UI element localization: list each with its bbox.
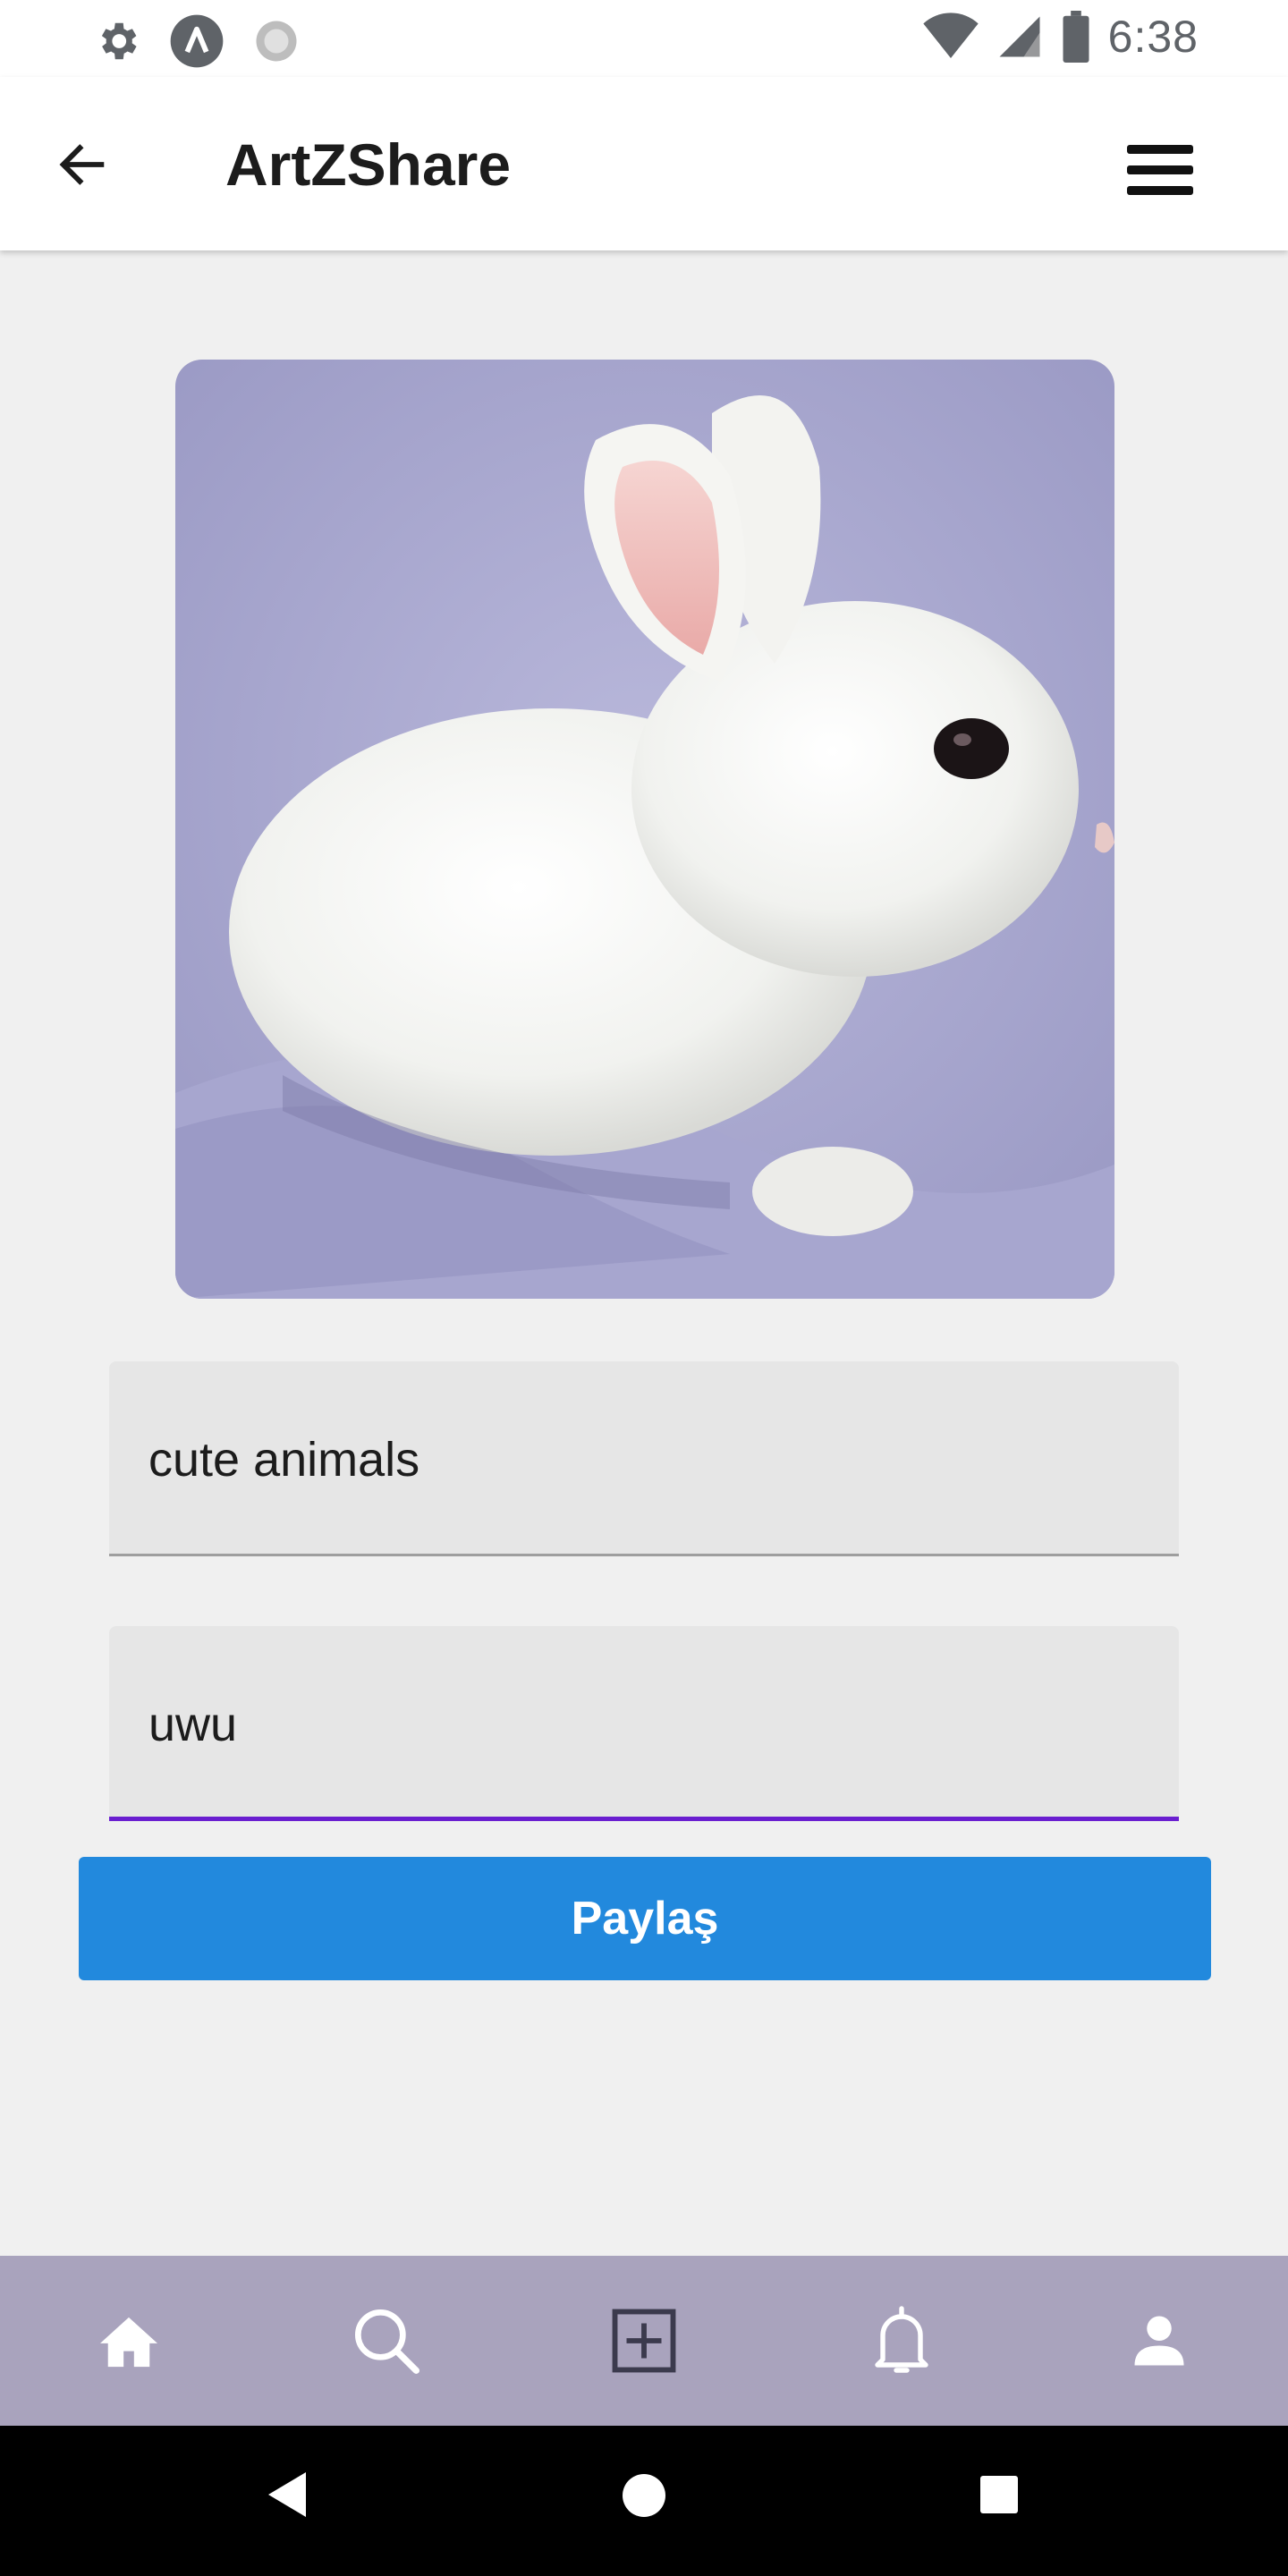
title-input[interactable]: cute animals <box>109 1361 1179 1556</box>
battery-icon <box>1063 11 1089 63</box>
nav-add[interactable] <box>515 2256 773 2426</box>
system-nav-bar <box>0 2426 1288 2576</box>
triangle-back-icon <box>268 2472 306 2517</box>
description-input-value: uwu <box>148 1698 238 1751</box>
app-a-icon <box>170 14 224 68</box>
add-square-icon <box>612 2309 676 2373</box>
status-bar: 6:38 <box>0 0 1288 77</box>
status-right-icons: 6:38 <box>922 11 1199 63</box>
wifi-icon <box>923 13 979 58</box>
post-image <box>175 360 1114 1299</box>
title-input-value: cute animals <box>148 1433 420 1487</box>
nav-home[interactable] <box>0 2256 258 2426</box>
arrow-left-icon <box>59 144 105 185</box>
hamburger-menu-icon <box>1127 145 1193 195</box>
home-icon <box>100 2317 157 2368</box>
nav-profile[interactable] <box>1030 2256 1288 2426</box>
menu-button[interactable] <box>1125 140 1197 200</box>
system-recents-button[interactable] <box>979 2474 1020 2520</box>
signal-icon <box>999 16 1040 57</box>
app-bar: ArtZShare <box>0 77 1288 250</box>
share-button[interactable]: Paylaş <box>79 1857 1211 1980</box>
square-recents-icon <box>980 2476 1018 2513</box>
system-back-button[interactable] <box>265 2470 309 2523</box>
gear-icon <box>101 22 137 60</box>
status-left-icons <box>93 13 301 70</box>
back-button[interactable] <box>50 132 114 197</box>
app-title: ArtZShare <box>225 131 512 198</box>
description-input[interactable]: uwu <box>109 1626 1179 1821</box>
circle-home-icon <box>623 2474 665 2517</box>
person-icon <box>1134 2316 1184 2366</box>
nav-notifications[interactable] <box>773 2256 1030 2426</box>
system-home-button[interactable] <box>621 2472 667 2523</box>
status-time: 6:38 <box>1107 12 1199 62</box>
rabbit-photo <box>175 360 1114 1299</box>
sync-icon <box>256 21 297 62</box>
bell-icon <box>875 2306 928 2373</box>
bottom-nav <box>0 2256 1288 2426</box>
search-icon <box>355 2309 420 2374</box>
nav-search[interactable] <box>258 2256 515 2426</box>
